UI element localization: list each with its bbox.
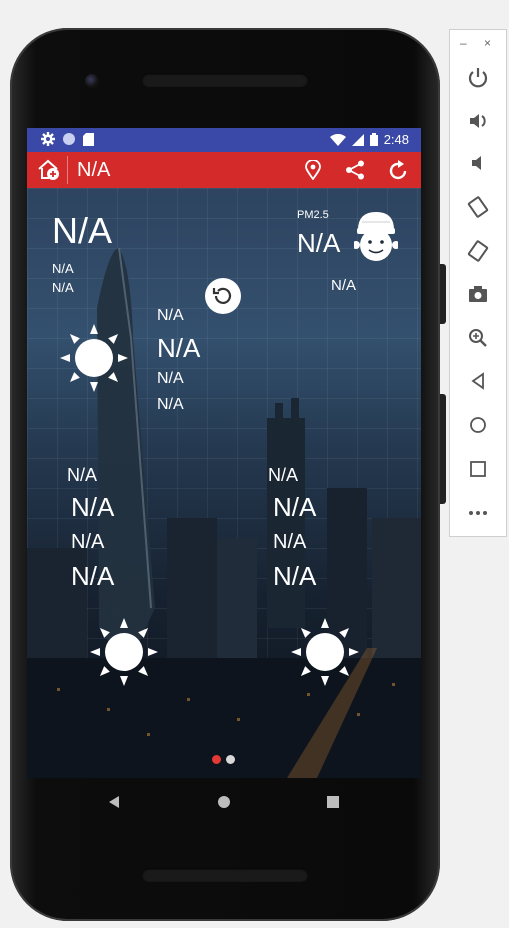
forecast-2-line-1: N/A xyxy=(268,465,299,485)
phone-screen: 2:48 N/A N/A N/A N/A PM2.5 N/A N/A N/A N… xyxy=(27,128,421,778)
home-nav-icon[interactable] xyxy=(217,795,231,809)
appbar-divider xyxy=(67,156,68,184)
android-nav-bar xyxy=(27,778,421,828)
emulator-window: 2:48 N/A N/A N/A N/A PM2.5 N/A N/A N/A N… xyxy=(0,0,509,928)
forecast-2-line-3: N/A xyxy=(273,531,307,553)
cell-signal-icon xyxy=(351,133,364,146)
power-icon[interactable] xyxy=(467,66,489,88)
home-icon[interactable] xyxy=(467,414,489,436)
forecast-1-line-2: N/A xyxy=(71,492,115,522)
today-line-1: N/A xyxy=(157,307,184,324)
page-dot-active[interactable] xyxy=(212,755,221,764)
zoom-icon[interactable] xyxy=(467,327,489,349)
current-info-line-1: N/A xyxy=(52,261,74,276)
refresh-icon[interactable] xyxy=(388,159,408,181)
front-camera xyxy=(85,74,99,88)
power-side-button xyxy=(440,264,446,324)
forecast-1-line-4: N/A xyxy=(71,561,115,591)
rotate-icon xyxy=(212,287,232,304)
page-dot[interactable] xyxy=(226,755,235,764)
mask-face-icon xyxy=(354,212,398,261)
today-temperature: N/A xyxy=(157,333,201,363)
refresh-data-button[interactable] xyxy=(205,278,241,314)
recents-nav-icon[interactable] xyxy=(327,796,339,808)
status-time: 2:48 xyxy=(383,132,409,147)
volume-side-button xyxy=(440,394,446,504)
today-line-3: N/A xyxy=(157,396,184,413)
wifi-icon xyxy=(329,133,346,146)
location-pin-icon[interactable] xyxy=(305,160,321,180)
close-button[interactable]: × xyxy=(484,36,491,50)
pm25-label: PM2.5 xyxy=(297,209,329,221)
page-indicator xyxy=(212,755,235,764)
current-info-line-2: N/A xyxy=(52,280,74,295)
sd-card-icon xyxy=(83,132,94,146)
rotate-left-icon[interactable] xyxy=(467,196,489,218)
forecast-2-line-4: N/A xyxy=(273,561,317,591)
app-bar: N/A xyxy=(27,152,421,188)
pm25-value: N/A xyxy=(297,228,341,258)
forecast-1-line-1: N/A xyxy=(67,465,98,485)
back-icon[interactable] xyxy=(467,370,489,392)
settings-gear-icon xyxy=(41,132,55,146)
add-city-home-icon[interactable] xyxy=(37,159,61,181)
rotate-right-icon[interactable] xyxy=(467,240,489,262)
back-nav-icon[interactable] xyxy=(109,796,121,808)
notification-dot-icon xyxy=(63,133,75,145)
volume-up-icon[interactable] xyxy=(467,110,489,132)
emulator-control-panel: – × xyxy=(449,29,507,537)
current-temperature: N/A xyxy=(52,210,113,251)
air-quality-text: N/A xyxy=(331,277,357,294)
share-icon[interactable] xyxy=(345,160,365,180)
forecast-1-line-3: N/A xyxy=(71,531,105,553)
forecast-2-sun-icon xyxy=(291,618,359,686)
volume-down-icon[interactable] xyxy=(467,152,489,174)
forecast-1-sun-icon xyxy=(90,618,158,686)
more-options-icon[interactable] xyxy=(467,502,489,524)
battery-icon xyxy=(369,133,378,146)
sun-weather-icon xyxy=(60,324,128,392)
today-line-2: N/A xyxy=(157,370,184,387)
minimize-button[interactable]: – xyxy=(460,36,467,50)
screenshot-camera-icon[interactable] xyxy=(467,283,489,305)
overview-icon[interactable] xyxy=(467,458,489,480)
forecast-2-line-2: N/A xyxy=(273,492,317,522)
bottom-speaker xyxy=(142,868,308,882)
city-title: N/A xyxy=(77,159,111,181)
status-bar: 2:48 xyxy=(27,128,421,152)
earpiece-speaker xyxy=(142,73,308,87)
